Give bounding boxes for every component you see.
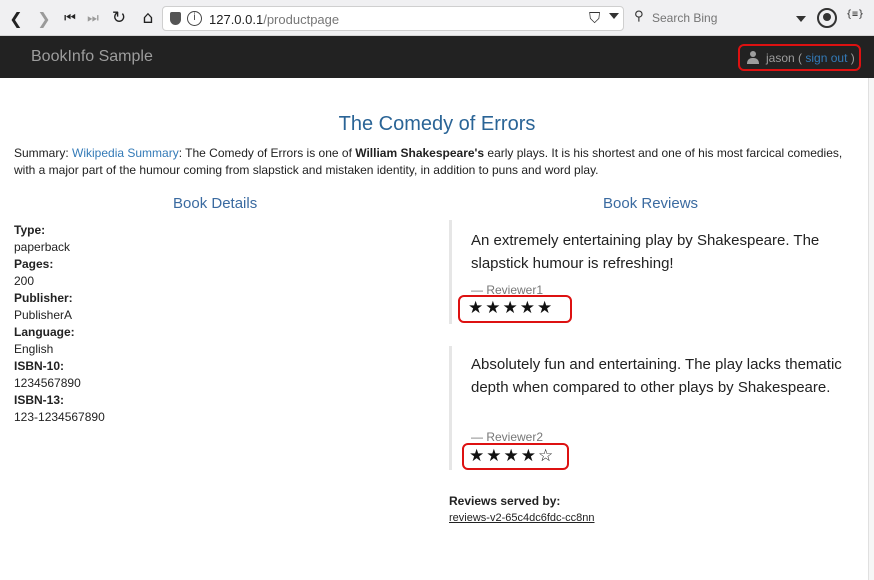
reload-icon[interactable]: ↻	[108, 7, 130, 29]
star-rating-icon: ★★★★☆	[469, 446, 556, 466]
detail-label-type: Type:	[14, 223, 46, 237]
search-dropdown-icon[interactable]	[796, 16, 806, 22]
detail-value-type: paperback	[14, 240, 71, 254]
shield-icon[interactable]	[170, 12, 181, 25]
page-title: The Comedy of Errors	[338, 113, 536, 135]
detail-value-isbn13: 123-1234567890	[14, 410, 105, 424]
star-rating-icon: ★★★★★	[468, 298, 555, 318]
url-text[interactable]: 127.0.0.1/productpage	[209, 12, 339, 27]
back-icon[interactable]: ❮	[5, 7, 27, 29]
book-reviews-heading: Book Reviews	[603, 195, 699, 212]
review-text: An extremely entertaining play by Shakes…	[471, 232, 820, 272]
sign-out-link[interactable]: sign out	[805, 51, 847, 65]
summary-bold: William Shakespeare's	[355, 146, 485, 160]
summary-label: Summary:	[14, 146, 73, 160]
extension-icon[interactable]: {≡}	[846, 9, 864, 20]
reviewer-name: — Reviewer2	[471, 430, 544, 444]
review-text: Absolutely fun and entertaining. The pla…	[471, 356, 842, 396]
search-bar[interactable]: ⚲	[630, 6, 808, 31]
home-icon[interactable]: ⌂	[137, 7, 159, 29]
summary-pre: : The Comedy of Errors is one of	[178, 146, 356, 160]
browser-toolbar: ❮ ❯ ⏮ ⏭ ↻ ⌂ i 127.0.0.1/productpage ⛉ ⚲ …	[0, 0, 874, 36]
rating-highlight: ★★★★☆	[462, 443, 569, 470]
first-page-icon[interactable]: ⏮	[59, 7, 81, 29]
bookmark-icon[interactable]: ⛉	[589, 9, 600, 27]
user-info: jason ( sign out )	[766, 51, 855, 65]
url-dropdown-icon[interactable]	[609, 13, 619, 19]
detail-label-publisher: Publisher:	[14, 291, 73, 305]
detail-label-language: Language:	[14, 325, 75, 339]
book-details: Type: paperback Pages: 200 Publisher: Pu…	[14, 222, 105, 426]
wikipedia-summary-link[interactable]: Wikipedia Summary	[72, 146, 179, 160]
user-box: jason ( sign out )	[738, 44, 861, 71]
detail-value-publisher: PublisherA	[14, 308, 73, 322]
rating-highlight: ★★★★★	[458, 295, 572, 323]
account-icon[interactable]	[817, 8, 837, 28]
address-bar[interactable]: i 127.0.0.1/productpage ⛉	[162, 6, 624, 31]
summary: Summary: Wikipedia Summary: The Comedy o…	[14, 145, 864, 179]
info-icon[interactable]: i	[187, 11, 202, 26]
book-details-heading: Book Details	[173, 195, 258, 212]
app-navbar: BookInfo Sample jason ( sign out )	[0, 36, 874, 78]
detail-label-isbn13: ISBN-13:	[14, 393, 65, 407]
detail-label-pages: Pages:	[14, 257, 54, 271]
served-by-label: Reviews served by:	[449, 494, 561, 508]
detail-value-language: English	[14, 342, 54, 356]
last-page-icon[interactable]: ⏭	[82, 7, 104, 29]
detail-label-isbn10: ISBN-10:	[14, 359, 65, 373]
close-paren: )	[850, 51, 855, 65]
url-host: 127.0.0.1	[209, 12, 264, 27]
detail-value-pages: 200	[14, 274, 35, 288]
forward-icon[interactable]: ❯	[33, 7, 55, 29]
served-by-value: reviews-v2-65c4dc6fdc-cc8nn	[449, 512, 595, 524]
scrollbar[interactable]	[868, 78, 874, 580]
open-paren: (	[798, 51, 803, 65]
user-icon	[747, 51, 759, 64]
brand-title[interactable]: BookInfo Sample	[31, 48, 153, 66]
url-path: /productpage	[263, 12, 340, 27]
search-input[interactable]	[652, 11, 792, 25]
search-icon: ⚲	[634, 9, 644, 24]
detail-value-isbn10: 1234567890	[14, 376, 81, 390]
username: jason	[766, 51, 795, 65]
